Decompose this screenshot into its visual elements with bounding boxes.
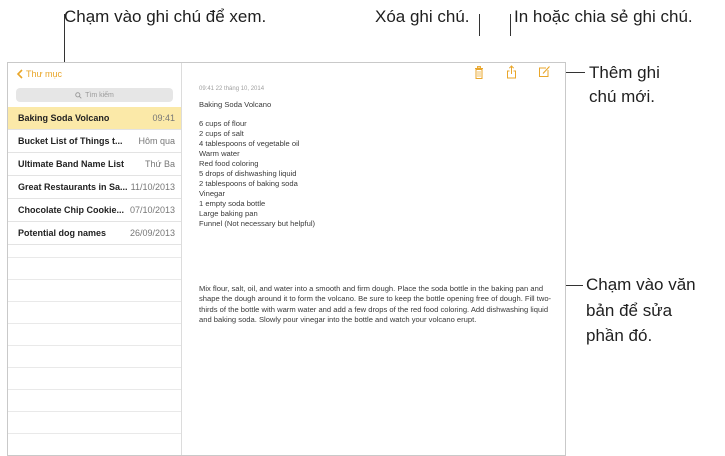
note-title: Bucket List of Things t... (18, 136, 123, 146)
note-list-item[interactable]: Baking Soda Volcano 09:41 (8, 107, 181, 130)
note-list-item[interactable]: Great Restaurants in Sa... 11/10/2013 (8, 176, 181, 199)
share-icon[interactable] (506, 65, 517, 79)
ingredient-line: Vinegar (199, 189, 226, 198)
note-list-item[interactable]: Bucket List of Things t... Hôm qua (8, 130, 181, 153)
ingredient-line: 6 cups of flour (199, 119, 247, 128)
notes-sidebar: Thư mục Tìm kiếm Baking Soda Volcano 09:… (8, 63, 182, 455)
ingredient-line: Funnel (Not necessary but helpful) (199, 219, 316, 228)
chevron-left-icon (16, 69, 23, 79)
callout-print-share: In hoặc chia sẻ ghi chú. (514, 7, 693, 26)
notes-app-screen: Thư mục Tìm kiếm Baking Soda Volcano 09:… (7, 62, 566, 456)
ingredient-line: 4 tablespoons of vegetable oil (199, 139, 300, 148)
note-heading: Baking Soda Volcano (199, 100, 272, 109)
trash-icon[interactable] (474, 66, 484, 79)
ingredient-line: 2 tablespoons of baking soda (199, 179, 298, 188)
note-title: Potential dog names (18, 228, 107, 238)
callout-view-note: Chạm vào ghi chú để xem. (64, 7, 267, 26)
note-title: Ultimate Band Name List (18, 159, 125, 169)
search-field[interactable]: Tìm kiếm (16, 88, 173, 102)
note-body[interactable]: Baking Soda Volcano 6 cups of flour 2 cu… (199, 100, 559, 229)
note-title: Great Restaurants in Sa... (18, 182, 128, 192)
search-icon (75, 91, 82, 99)
callout-edit-text-2: bản để sửa (586, 301, 673, 320)
note-list-item[interactable]: Chocolate Chip Cookie... 07/10/2013 (8, 199, 181, 222)
callout-new-note-1: Thêm ghi (589, 63, 660, 82)
note-date: Hôm qua (138, 136, 175, 146)
note-title: Chocolate Chip Cookie... (18, 205, 125, 215)
instructions-paragraph[interactable]: Mix flour, salt, oil, and water into a s… (199, 284, 561, 326)
note-date: 07/10/2013 (129, 205, 175, 215)
note-list-item[interactable]: Ultimate Band Name List Thứ Ba (8, 153, 181, 176)
ingredient-line: Red food coloring (199, 159, 259, 168)
note-editor[interactable]: 09:41 22 tháng 10, 2014 Baking Soda Volc… (182, 63, 564, 455)
back-to-folders-button[interactable]: Thư mục (16, 66, 62, 82)
ingredient-line: Warm water (199, 149, 240, 158)
note-title: Baking Soda Volcano (18, 113, 110, 123)
note-date: 11/10/2013 (130, 182, 175, 192)
ingredient-line: 5 drops of dishwashing liquid (199, 169, 297, 178)
leader-delete (479, 14, 480, 36)
back-label: Thư mục (26, 69, 63, 79)
search-placeholder: Tìm kiếm (85, 91, 114, 99)
callout-new-note-2: chú mới. (589, 87, 655, 106)
ingredient-line: 2 cups of salt (199, 129, 244, 138)
note-date: 09:41 (152, 113, 175, 123)
note-date: Thứ Ba (144, 159, 175, 169)
callout-edit-text-1: Chạm vào văn (586, 275, 696, 294)
ingredient-line: 1 empty soda bottle (199, 199, 266, 208)
compose-icon[interactable] (538, 65, 551, 78)
callout-delete-note: Xóa ghi chú. (375, 7, 470, 26)
note-timestamp: 09:41 22 tháng 10, 2014 (199, 86, 265, 92)
note-date: 26/09/2013 (129, 228, 175, 238)
note-list-item[interactable]: Potential dog names 26/09/2013 (8, 222, 181, 245)
ingredient-line: Large baking pan (199, 209, 258, 218)
leader-share (510, 14, 511, 36)
callout-edit-text-3: phần đó. (586, 326, 653, 345)
